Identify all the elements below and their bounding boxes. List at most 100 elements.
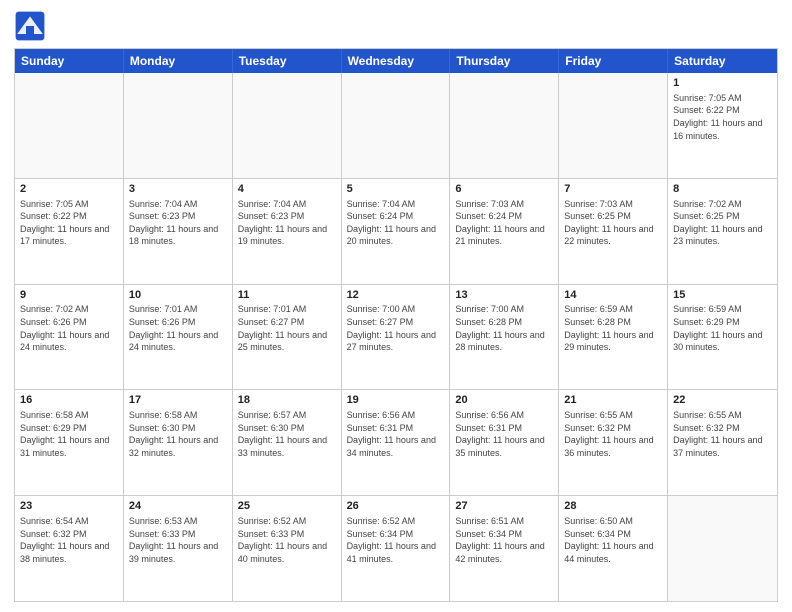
day-info: Sunrise: 6:57 AM Sunset: 6:30 PM Dayligh… bbox=[238, 409, 336, 459]
day-number: 25 bbox=[238, 499, 336, 514]
calendar-day-cell: 1Sunrise: 7:05 AM Sunset: 6:22 PM Daylig… bbox=[668, 73, 777, 178]
calendar-day-cell: 11Sunrise: 7:01 AM Sunset: 6:27 PM Dayli… bbox=[233, 285, 342, 390]
day-number: 10 bbox=[129, 288, 227, 303]
day-number: 23 bbox=[20, 499, 118, 514]
day-number: 1 bbox=[673, 76, 772, 91]
calendar-day-cell: 12Sunrise: 7:00 AM Sunset: 6:27 PM Dayli… bbox=[342, 285, 451, 390]
day-info: Sunrise: 6:51 AM Sunset: 6:34 PM Dayligh… bbox=[455, 515, 553, 565]
day-number: 7 bbox=[564, 182, 662, 197]
calendar-day-cell: 8Sunrise: 7:02 AM Sunset: 6:25 PM Daylig… bbox=[668, 179, 777, 284]
calendar-day-cell: 3Sunrise: 7:04 AM Sunset: 6:23 PM Daylig… bbox=[124, 179, 233, 284]
day-info: Sunrise: 7:01 AM Sunset: 6:27 PM Dayligh… bbox=[238, 303, 336, 353]
day-info: Sunrise: 7:05 AM Sunset: 6:22 PM Dayligh… bbox=[673, 92, 772, 142]
calendar-day-cell: 21Sunrise: 6:55 AM Sunset: 6:32 PM Dayli… bbox=[559, 390, 668, 495]
day-number: 4 bbox=[238, 182, 336, 197]
day-info: Sunrise: 6:56 AM Sunset: 6:31 PM Dayligh… bbox=[347, 409, 445, 459]
day-info: Sunrise: 6:58 AM Sunset: 6:30 PM Dayligh… bbox=[129, 409, 227, 459]
calendar-day-cell: 20Sunrise: 6:56 AM Sunset: 6:31 PM Dayli… bbox=[450, 390, 559, 495]
calendar-day-cell: 4Sunrise: 7:04 AM Sunset: 6:23 PM Daylig… bbox=[233, 179, 342, 284]
day-info: Sunrise: 7:02 AM Sunset: 6:25 PM Dayligh… bbox=[673, 198, 772, 248]
calendar-day-cell: 2Sunrise: 7:05 AM Sunset: 6:22 PM Daylig… bbox=[15, 179, 124, 284]
calendar-day-cell: 25Sunrise: 6:52 AM Sunset: 6:33 PM Dayli… bbox=[233, 496, 342, 601]
calendar-day-cell: 17Sunrise: 6:58 AM Sunset: 6:30 PM Dayli… bbox=[124, 390, 233, 495]
day-info: Sunrise: 6:53 AM Sunset: 6:33 PM Dayligh… bbox=[129, 515, 227, 565]
calendar-week-row: 9Sunrise: 7:02 AM Sunset: 6:26 PM Daylig… bbox=[15, 285, 777, 391]
day-number: 24 bbox=[129, 499, 227, 514]
day-info: Sunrise: 6:54 AM Sunset: 6:32 PM Dayligh… bbox=[20, 515, 118, 565]
calendar-day-cell: 26Sunrise: 6:52 AM Sunset: 6:34 PM Dayli… bbox=[342, 496, 451, 601]
day-info: Sunrise: 7:04 AM Sunset: 6:23 PM Dayligh… bbox=[129, 198, 227, 248]
day-number: 26 bbox=[347, 499, 445, 514]
calendar-day-cell: 16Sunrise: 6:58 AM Sunset: 6:29 PM Dayli… bbox=[15, 390, 124, 495]
calendar-day-cell: 5Sunrise: 7:04 AM Sunset: 6:24 PM Daylig… bbox=[342, 179, 451, 284]
day-info: Sunrise: 6:55 AM Sunset: 6:32 PM Dayligh… bbox=[564, 409, 662, 459]
calendar-grid: SundayMondayTuesdayWednesdayThursdayFrid… bbox=[14, 48, 778, 602]
calendar-day-cell: 24Sunrise: 6:53 AM Sunset: 6:33 PM Dayli… bbox=[124, 496, 233, 601]
calendar-week-row: 16Sunrise: 6:58 AM Sunset: 6:29 PM Dayli… bbox=[15, 390, 777, 496]
day-info: Sunrise: 7:03 AM Sunset: 6:24 PM Dayligh… bbox=[455, 198, 553, 248]
day-number: 12 bbox=[347, 288, 445, 303]
day-number: 28 bbox=[564, 499, 662, 514]
day-number: 17 bbox=[129, 393, 227, 408]
calendar-day-cell: 15Sunrise: 6:59 AM Sunset: 6:29 PM Dayli… bbox=[668, 285, 777, 390]
day-number: 20 bbox=[455, 393, 553, 408]
day-info: Sunrise: 6:56 AM Sunset: 6:31 PM Dayligh… bbox=[455, 409, 553, 459]
weekday-header: Friday bbox=[559, 49, 668, 73]
day-info: Sunrise: 6:59 AM Sunset: 6:28 PM Dayligh… bbox=[564, 303, 662, 353]
day-info: Sunrise: 7:04 AM Sunset: 6:23 PM Dayligh… bbox=[238, 198, 336, 248]
day-info: Sunrise: 7:00 AM Sunset: 6:28 PM Dayligh… bbox=[455, 303, 553, 353]
calendar-day-cell: 6Sunrise: 7:03 AM Sunset: 6:24 PM Daylig… bbox=[450, 179, 559, 284]
day-info: Sunrise: 7:04 AM Sunset: 6:24 PM Dayligh… bbox=[347, 198, 445, 248]
calendar-day-cell: 10Sunrise: 7:01 AM Sunset: 6:26 PM Dayli… bbox=[124, 285, 233, 390]
day-info: Sunrise: 7:05 AM Sunset: 6:22 PM Dayligh… bbox=[20, 198, 118, 248]
day-number: 9 bbox=[20, 288, 118, 303]
calendar-body: 1Sunrise: 7:05 AM Sunset: 6:22 PM Daylig… bbox=[15, 73, 777, 601]
day-info: Sunrise: 6:52 AM Sunset: 6:34 PM Dayligh… bbox=[347, 515, 445, 565]
weekday-header: Tuesday bbox=[233, 49, 342, 73]
calendar-day-cell bbox=[559, 73, 668, 178]
day-number: 22 bbox=[673, 393, 772, 408]
calendar-day-cell bbox=[233, 73, 342, 178]
day-info: Sunrise: 7:03 AM Sunset: 6:25 PM Dayligh… bbox=[564, 198, 662, 248]
day-number: 13 bbox=[455, 288, 553, 303]
day-number: 8 bbox=[673, 182, 772, 197]
day-info: Sunrise: 6:52 AM Sunset: 6:33 PM Dayligh… bbox=[238, 515, 336, 565]
day-number: 14 bbox=[564, 288, 662, 303]
calendar-day-cell bbox=[450, 73, 559, 178]
day-info: Sunrise: 6:55 AM Sunset: 6:32 PM Dayligh… bbox=[673, 409, 772, 459]
calendar-day-cell: 22Sunrise: 6:55 AM Sunset: 6:32 PM Dayli… bbox=[668, 390, 777, 495]
calendar-week-row: 2Sunrise: 7:05 AM Sunset: 6:22 PM Daylig… bbox=[15, 179, 777, 285]
calendar-day-cell: 19Sunrise: 6:56 AM Sunset: 6:31 PM Dayli… bbox=[342, 390, 451, 495]
weekday-header: Thursday bbox=[450, 49, 559, 73]
day-number: 18 bbox=[238, 393, 336, 408]
day-info: Sunrise: 6:59 AM Sunset: 6:29 PM Dayligh… bbox=[673, 303, 772, 353]
calendar-day-cell: 9Sunrise: 7:02 AM Sunset: 6:26 PM Daylig… bbox=[15, 285, 124, 390]
weekday-header: Saturday bbox=[668, 49, 777, 73]
day-number: 2 bbox=[20, 182, 118, 197]
calendar-day-cell: 23Sunrise: 6:54 AM Sunset: 6:32 PM Dayli… bbox=[15, 496, 124, 601]
calendar-week-row: 23Sunrise: 6:54 AM Sunset: 6:32 PM Dayli… bbox=[15, 496, 777, 601]
calendar-page: SundayMondayTuesdayWednesdayThursdayFrid… bbox=[0, 0, 792, 612]
calendar-header-row: SundayMondayTuesdayWednesdayThursdayFrid… bbox=[15, 49, 777, 73]
page-header bbox=[14, 10, 778, 42]
weekday-header: Monday bbox=[124, 49, 233, 73]
day-number: 27 bbox=[455, 499, 553, 514]
calendar-day-cell: 18Sunrise: 6:57 AM Sunset: 6:30 PM Dayli… bbox=[233, 390, 342, 495]
calendar-day-cell bbox=[668, 496, 777, 601]
calendar-day-cell bbox=[124, 73, 233, 178]
logo bbox=[14, 10, 50, 42]
day-number: 21 bbox=[564, 393, 662, 408]
logo-icon bbox=[14, 10, 46, 42]
day-number: 15 bbox=[673, 288, 772, 303]
day-number: 6 bbox=[455, 182, 553, 197]
weekday-header: Wednesday bbox=[342, 49, 451, 73]
day-info: Sunrise: 6:50 AM Sunset: 6:34 PM Dayligh… bbox=[564, 515, 662, 565]
calendar-day-cell: 27Sunrise: 6:51 AM Sunset: 6:34 PM Dayli… bbox=[450, 496, 559, 601]
day-info: Sunrise: 7:01 AM Sunset: 6:26 PM Dayligh… bbox=[129, 303, 227, 353]
calendar-day-cell: 13Sunrise: 7:00 AM Sunset: 6:28 PM Dayli… bbox=[450, 285, 559, 390]
day-info: Sunrise: 7:02 AM Sunset: 6:26 PM Dayligh… bbox=[20, 303, 118, 353]
calendar-day-cell: 14Sunrise: 6:59 AM Sunset: 6:28 PM Dayli… bbox=[559, 285, 668, 390]
day-number: 5 bbox=[347, 182, 445, 197]
calendar-day-cell: 28Sunrise: 6:50 AM Sunset: 6:34 PM Dayli… bbox=[559, 496, 668, 601]
day-number: 19 bbox=[347, 393, 445, 408]
